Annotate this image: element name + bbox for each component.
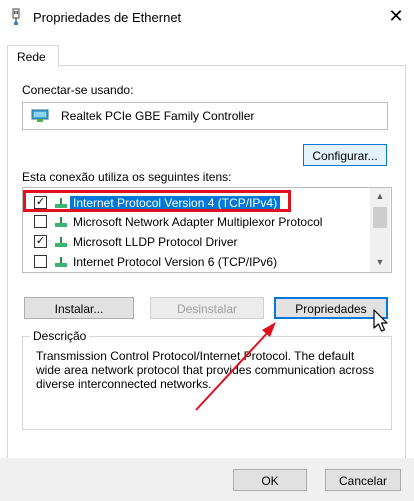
properties-button[interactable]: Propriedades bbox=[274, 297, 388, 319]
list-item-label: Internet Protocol Version 6 (TCP/IPv6) bbox=[73, 255, 278, 269]
list-item-ipv6[interactable]: Internet Protocol Version 6 (TCP/IPv6) bbox=[23, 253, 373, 271]
protocol-icon bbox=[55, 257, 67, 267]
scroll-down-icon[interactable]: ▼ bbox=[370, 254, 390, 271]
adapter-box: Realtek PCIe GBE Family Controller bbox=[22, 102, 388, 130]
multiplexor-checkbox[interactable] bbox=[34, 215, 47, 228]
adapter-name: Realtek PCIe GBE Family Controller bbox=[61, 109, 255, 123]
list-item-label: Microsoft Network Adapter Multiplexor Pr… bbox=[73, 215, 323, 229]
install-button[interactable]: Instalar... bbox=[24, 297, 134, 319]
connect-using-label: Conectar-se usando: bbox=[22, 83, 134, 97]
title-bar: Propriedades de Ethernet ✕ bbox=[0, 0, 414, 34]
scroll-thumb[interactable] bbox=[373, 207, 387, 228]
dialog-footer: OK Cancelar bbox=[0, 458, 414, 501]
protocol-icon bbox=[55, 217, 67, 227]
window-title: Propriedades de Ethernet bbox=[33, 10, 182, 25]
mouse-pointer-icon bbox=[373, 309, 388, 332]
scroll-up-icon[interactable]: ▲ bbox=[370, 188, 390, 205]
list-item-label: Microsoft LLDP Protocol Driver bbox=[73, 235, 238, 249]
tab-label: Rede bbox=[17, 50, 46, 64]
network-card-icon bbox=[31, 109, 49, 122]
cancel-button[interactable]: Cancelar bbox=[325, 469, 401, 491]
list-item-multiplexor[interactable]: Microsoft Network Adapter Multiplexor Pr… bbox=[23, 213, 373, 231]
network-adapter-icon bbox=[12, 8, 20, 25]
list-scrollbar[interactable]: ▲ ▼ bbox=[370, 188, 390, 272]
uninstall-button[interactable]: Desinstalar bbox=[150, 297, 264, 319]
ethernet-properties-dialog: Propriedades de Ethernet ✕ Rede Conectar… bbox=[0, 0, 414, 501]
close-icon[interactable]: ✕ bbox=[386, 6, 406, 26]
ipv6-checkbox[interactable] bbox=[34, 255, 47, 268]
tab-rede[interactable]: Rede bbox=[7, 45, 59, 67]
configure-button[interactable]: Configurar... bbox=[303, 144, 387, 166]
annotation-highlight-box bbox=[23, 190, 291, 212]
items-label: Esta conexão utiliza os seguintes itens: bbox=[22, 170, 232, 184]
description-label: Descrição bbox=[30, 329, 90, 343]
lldp-checkbox[interactable]: ✓ bbox=[34, 235, 47, 248]
ok-button[interactable]: OK bbox=[233, 469, 307, 491]
protocol-icon bbox=[55, 237, 67, 247]
description-text: Transmission Control Protocol/Internet P… bbox=[36, 349, 375, 391]
list-item-lldp[interactable]: ✓ Microsoft LLDP Protocol Driver bbox=[23, 233, 373, 251]
